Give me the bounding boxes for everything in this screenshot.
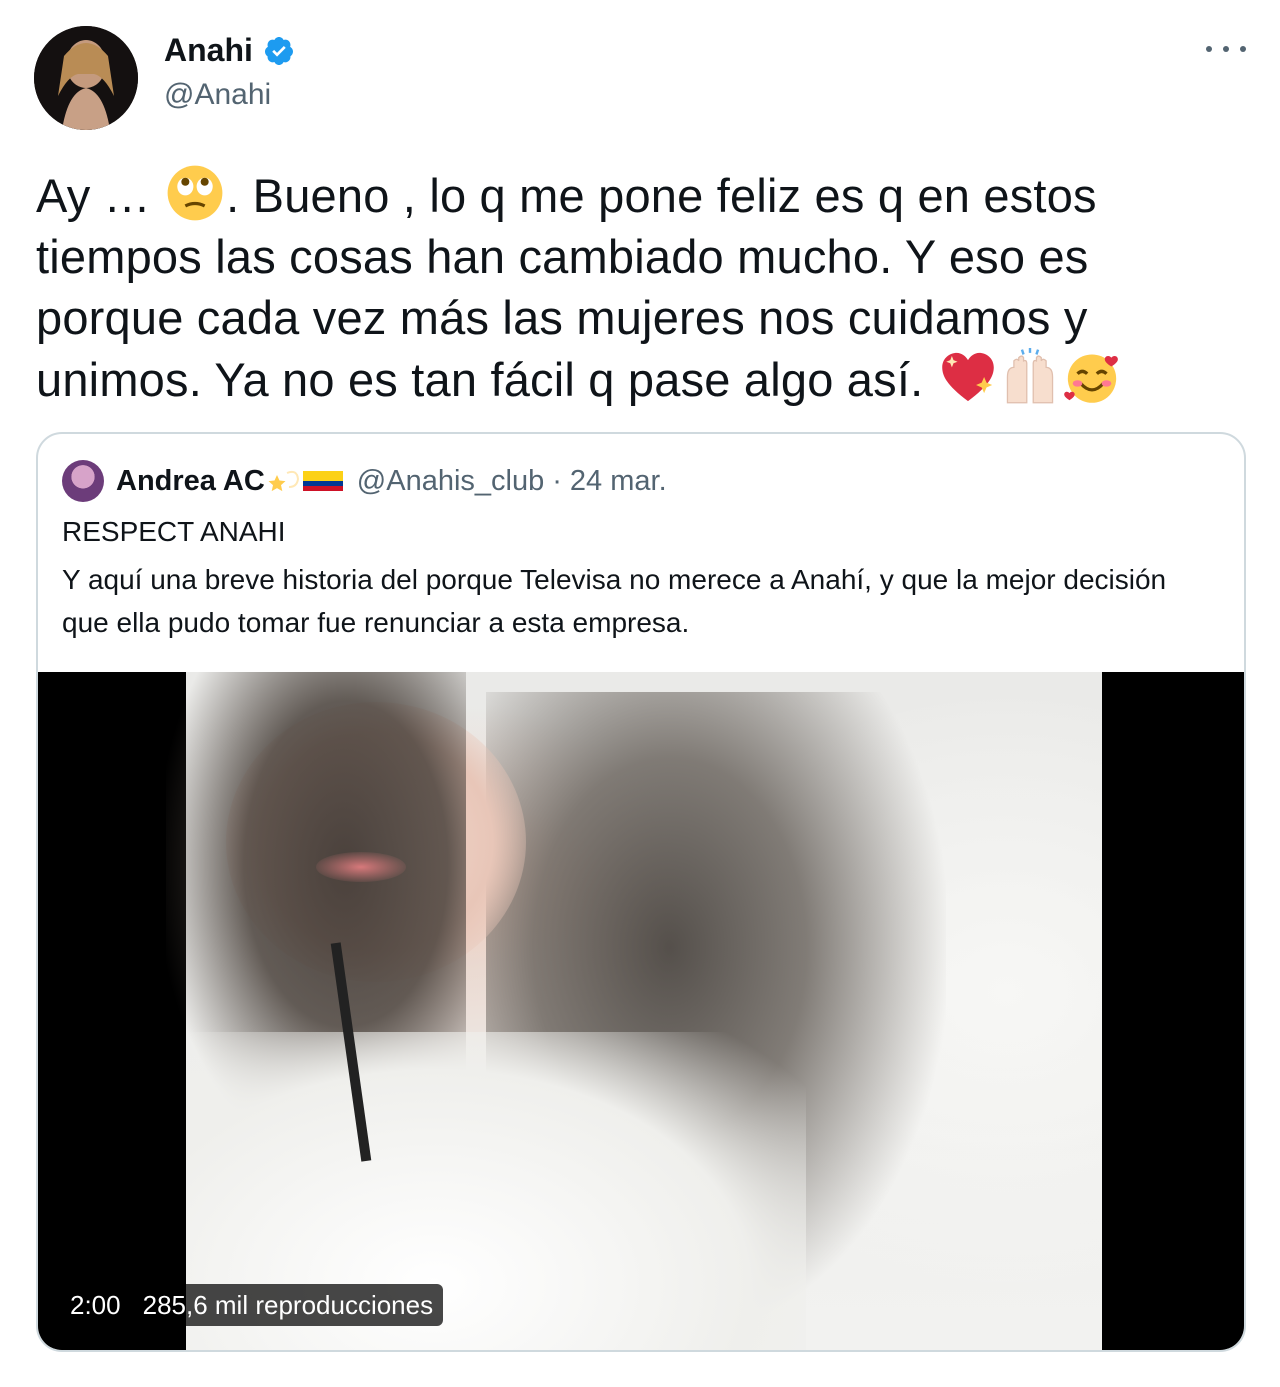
video-views: 285,6 mil reproducciones (142, 1289, 434, 1320)
sparkling-heart-emoji-icon (939, 348, 997, 406)
tweet-text-part1: Ay … (36, 169, 165, 222)
smiling-face-with-hearts-emoji-icon (1063, 348, 1121, 406)
video-thumbnail (166, 672, 1102, 1350)
author-handle[interactable]: @Anahi (164, 78, 271, 112)
quoted-tweet-header: Andrea AC @Anahis_club · 24 mar. (62, 460, 667, 502)
author-avatar[interactable] (34, 26, 138, 130)
more-options-icon[interactable] (1206, 34, 1246, 64)
quoted-author-avatar[interactable] (62, 460, 104, 502)
author-display-name[interactable]: Anahi (164, 32, 253, 69)
video-meta-badge: 2:00 285,6 mil reproducciones (60, 1284, 444, 1326)
dizzy-star-emoji-icon (268, 470, 299, 492)
author-name-row: Anahi (164, 32, 295, 69)
tweet-text: Ay … . Bueno , lo q me pone feliz es q e… (36, 164, 1246, 410)
video-duration: 2:00 (70, 1289, 121, 1320)
rolling-eyes-emoji-icon (166, 164, 224, 222)
quoted-title: RESPECT ANAHI (62, 516, 286, 547)
verified-badge-icon (263, 35, 295, 67)
quoted-body: Y aquí una breve historia del porque Tel… (62, 564, 1167, 638)
quoted-author-name[interactable]: Andrea AC (116, 465, 265, 498)
thumbnail-lips (316, 852, 406, 882)
quoted-author-handle[interactable]: @Anahis_club (357, 465, 544, 498)
raising-hands-emoji-icon (1001, 348, 1059, 406)
video-player[interactable]: 2:00 285,6 mil reproducciones (38, 672, 1244, 1350)
colombia-flag-emoji-icon (302, 471, 343, 491)
quoted-date[interactable]: 24 mar. (570, 465, 667, 498)
quoted-separator: · (552, 464, 562, 497)
quoted-author-badges (267, 467, 345, 495)
tweet-card: Anahi @Anahi Ay … . Bueno , lo q me pone… (0, 0, 1280, 1387)
quoted-tweet[interactable]: Andrea AC @Anahis_club · 24 mar. RESPECT… (36, 432, 1246, 1352)
